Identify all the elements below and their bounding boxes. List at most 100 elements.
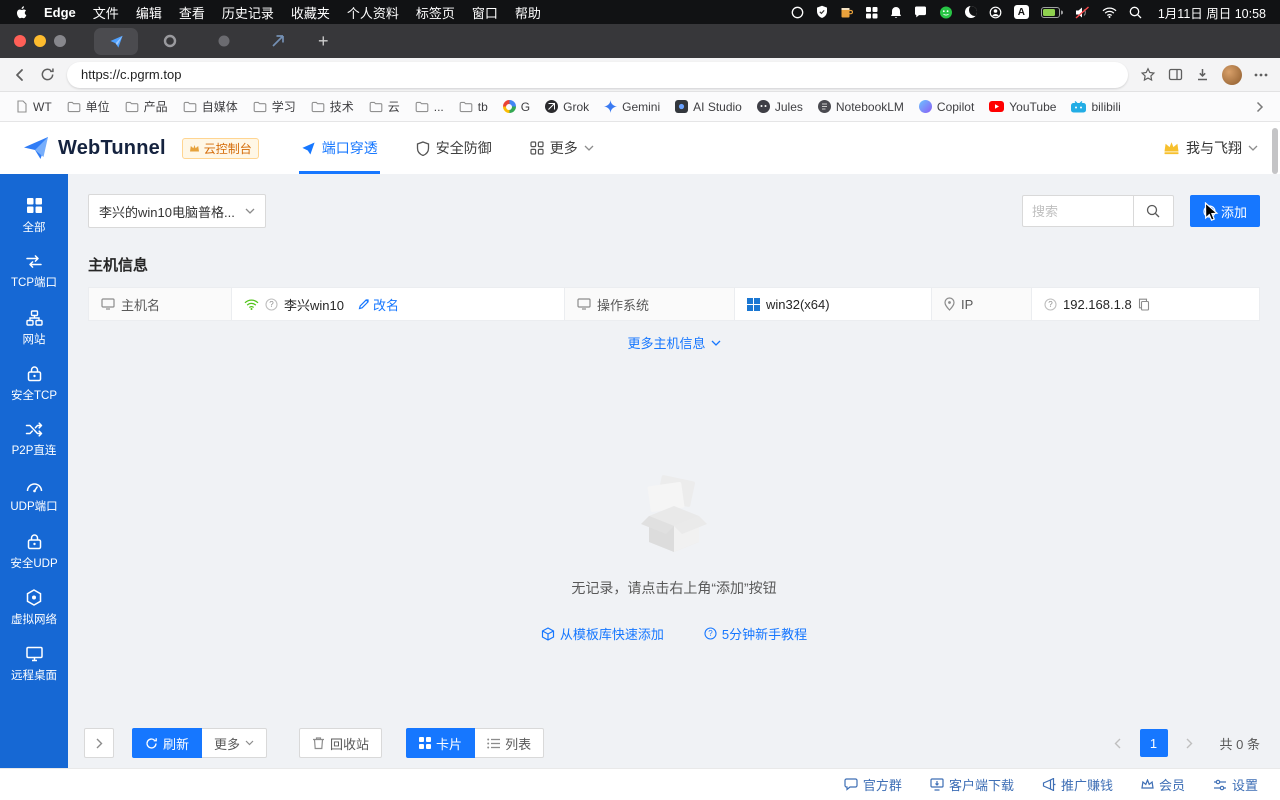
sidebar-item-secure-udp[interactable]: 安全UDP [0,524,68,580]
membership-link[interactable]: 会员 [1141,775,1185,794]
bookmarks-overflow-chevron-icon[interactable] [1256,101,1264,113]
wechat-icon[interactable] [939,6,953,19]
reload-icon[interactable] [40,67,55,82]
bookmark-folder[interactable]: 云 [369,98,400,115]
tutorial-link[interactable]: ? 5分钟新手教程 [704,624,807,643]
bookmark-folder[interactable]: 单位 [67,98,110,115]
bookmark-folder[interactable]: ... [415,100,444,114]
refresh-button[interactable]: 刷新 [132,728,203,758]
window-grid-icon[interactable] [865,6,878,19]
wifi-icon[interactable] [1102,6,1117,18]
tab-4[interactable] [256,28,300,55]
sidebar-item-udp-port[interactable]: UDP端口 [0,468,68,524]
homebrew-mug-icon[interactable] [840,6,853,19]
sidebar-item-tcp-port[interactable]: TCP端口 [0,244,68,300]
split-screen-icon[interactable] [1168,67,1183,82]
nav-security-defense[interactable]: 安全防御 [416,122,492,174]
user-menu[interactable]: 我与飞翔 [1163,138,1258,158]
settings-link[interactable]: 设置 [1213,775,1258,794]
bookmark-item[interactable]: NotebookLM [817,100,904,114]
bookmark-folder[interactable]: tb [459,100,488,114]
card-view-button[interactable]: 卡片 [406,728,476,758]
menubar-item-file[interactable]: 文件 [93,3,119,22]
menubar-item-window[interactable]: 窗口 [472,3,498,22]
prev-page-button[interactable] [1104,729,1132,757]
page-number[interactable]: 1 [1139,729,1168,757]
sidebar-item-remote-desktop[interactable]: 远程桌面 [0,636,68,692]
window-zoom-button[interactable] [54,35,66,47]
collapse-sidebar-button[interactable] [84,728,114,758]
next-page-button[interactable] [1176,729,1204,757]
promotion-link[interactable]: 推广赚钱 [1042,775,1113,794]
menubar-item-tabs[interactable]: 标签页 [416,3,455,22]
bookmark-item[interactable]: AI Studio [675,100,742,114]
add-button[interactable]: 添加 [1189,195,1260,227]
host-dropdown[interactable]: 李兴的win10电脑普格... [88,194,266,228]
brand[interactable]: WebTunnel 云控制台 [22,135,259,161]
notification-bell-icon[interactable] [890,6,902,19]
menubar-item-favorites[interactable]: 收藏夹 [291,3,330,22]
rename-link[interactable]: 改名 [358,295,399,314]
new-tab-button[interactable]: + [318,32,329,50]
copy-icon[interactable] [1138,298,1150,311]
question-circle-icon[interactable]: ? [1044,297,1057,311]
page-scrollbar-thumb[interactable] [1272,128,1278,174]
official-group-link[interactable]: 官方群 [844,775,902,794]
menubar-app-name[interactable]: Edge [44,5,76,20]
bookmark-item[interactable]: Jules [756,100,803,114]
bookmark-item[interactable]: Grok [545,100,589,114]
window-minimize-button[interactable] [34,35,46,47]
apple-menu-icon[interactable] [14,5,27,20]
tab-2[interactable] [148,28,192,55]
tab-active[interactable] [94,27,138,55]
menubar-clock[interactable]: 1月11日 周日 10:58 [1158,3,1266,22]
menubar-item-history[interactable]: 历史记录 [222,3,274,22]
downloads-icon[interactable] [1195,67,1210,82]
shield-check-icon[interactable] [816,5,828,19]
list-view-button[interactable]: 列表 [475,728,545,758]
volume-muted-icon[interactable] [1075,5,1090,19]
spotlight-search-icon[interactable] [1129,6,1142,19]
bookmark-item[interactable]: bilibili [1071,100,1121,114]
bookmark-folder[interactable]: 学习 [253,98,296,115]
bookmark-item[interactable]: WT [16,100,52,114]
messages-icon[interactable] [914,6,927,18]
bookmark-item[interactable]: G [502,100,530,114]
user-circle-icon[interactable] [989,6,1002,19]
favorite-star-icon[interactable] [1140,66,1156,83]
menubar-item-edit[interactable]: 编辑 [136,3,162,22]
recycle-bin-button[interactable]: 回收站 [299,728,383,758]
nav-more[interactable]: 更多 [530,122,594,174]
bookmark-folder[interactable]: 自媒体 [183,98,238,115]
search-input[interactable] [1021,195,1134,227]
menubar-item-profiles[interactable]: 个人资料 [347,3,399,22]
menubar-item-view[interactable]: 查看 [179,3,205,22]
more-host-info-link[interactable]: 更多主机信息 [88,333,1260,352]
bookmark-item[interactable]: Gemini [604,100,660,114]
input-source-icon[interactable]: A [1013,5,1029,19]
sidebar-item-all[interactable]: 全部 [0,188,68,244]
question-circle-icon[interactable]: ? [265,297,278,311]
menubar-item-help[interactable]: 帮助 [515,3,541,22]
bookmark-folder[interactable]: 技术 [311,98,354,115]
address-bar[interactable] [67,61,1128,88]
template-quick-add-link[interactable]: 从模板库快速添加 [541,624,664,643]
bookmark-item[interactable]: Copilot [918,100,974,114]
url-input[interactable] [81,67,1114,82]
tab-3[interactable] [202,28,246,55]
client-download-link[interactable]: 客户端下载 [930,775,1014,794]
search-button[interactable] [1133,195,1174,227]
profile-avatar[interactable] [1222,64,1242,85]
nav-port-tunnel[interactable]: 端口穿透 [298,122,380,174]
bookmark-folder[interactable]: 产品 [125,98,168,115]
sidebar-item-p2p[interactable]: P2P直连 [0,412,68,468]
sidebar-item-website[interactable]: 网站 [0,300,68,356]
sidebar-item-virtual-network[interactable]: 虚拟网络 [0,580,68,636]
siri-icon[interactable] [791,6,804,19]
back-icon[interactable] [12,67,28,83]
window-close-button[interactable] [14,35,26,47]
bookmark-item[interactable]: YouTube [989,100,1056,114]
more-actions-button[interactable]: 更多 [202,728,268,758]
browser-menu-icon[interactable] [1254,73,1268,77]
focus-moon-icon[interactable] [964,6,977,18]
